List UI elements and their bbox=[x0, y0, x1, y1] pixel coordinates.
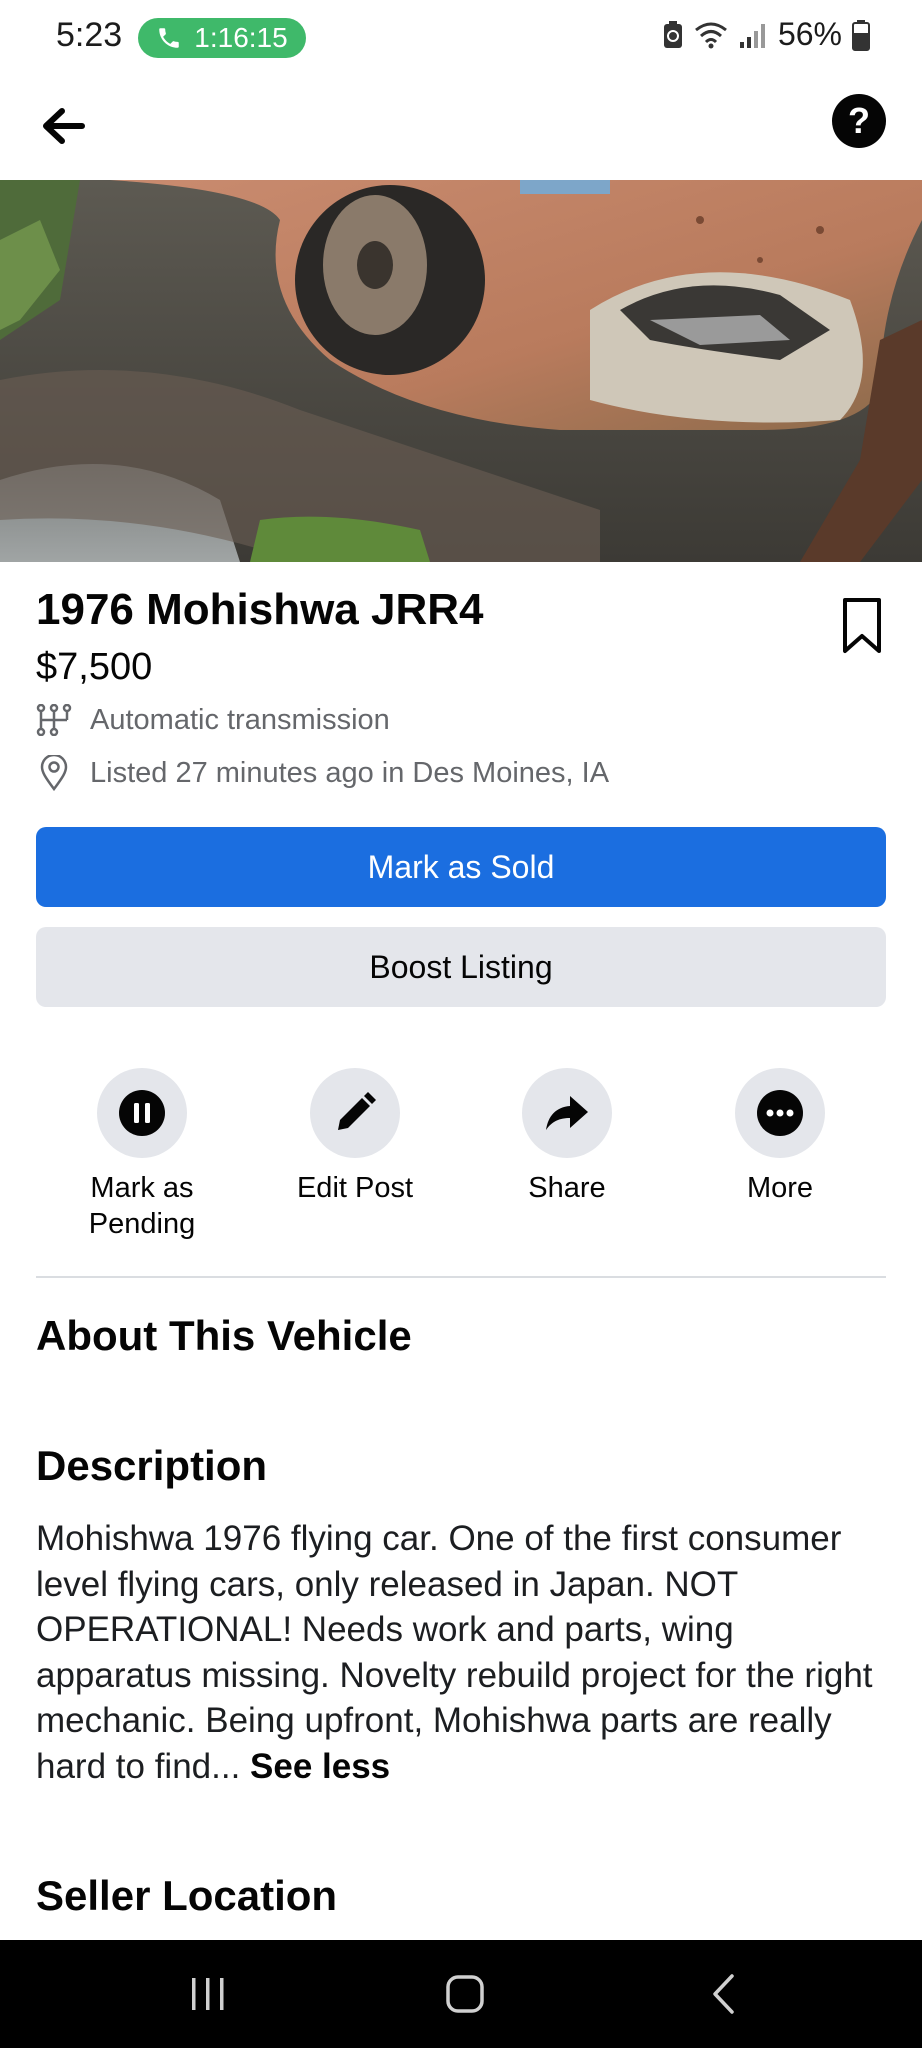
about-vehicle-heading: About This Vehicle bbox=[36, 1312, 412, 1359]
listing-price: $7,500 bbox=[36, 646, 153, 688]
status-time: 5:23 bbox=[56, 16, 123, 54]
pencil-icon bbox=[338, 1092, 376, 1130]
chevron-left-icon bbox=[713, 1974, 734, 2014]
location-pin-icon bbox=[36, 755, 72, 791]
wifi-icon bbox=[695, 22, 727, 48]
share-arrow-icon bbox=[546, 1096, 588, 1130]
arrow-left-icon bbox=[43, 108, 85, 144]
share-button[interactable]: Share bbox=[467, 1068, 667, 1206]
transmission-text: Automatic transmission bbox=[90, 703, 390, 736]
call-timer-pill[interactable]: 1:16:15 bbox=[138, 18, 306, 58]
more-label: More bbox=[746, 1172, 814, 1204]
system-nav-bar bbox=[0, 1940, 922, 2048]
save-listing-button[interactable] bbox=[838, 596, 886, 656]
status-icons: 56% bbox=[662, 16, 870, 53]
bookmark-icon bbox=[843, 598, 881, 653]
recents-button[interactable] bbox=[148, 1940, 268, 2048]
mark-as-sold-button[interactable]: Mark as Sold bbox=[36, 827, 886, 907]
back-button[interactable] bbox=[36, 98, 92, 154]
gearshift-icon bbox=[36, 702, 72, 738]
description-body: Mohishwa 1976 flying car. One of the fir… bbox=[36, 1519, 873, 1786]
signal-icon bbox=[739, 23, 765, 48]
battery-icon bbox=[852, 19, 870, 51]
pause-icon bbox=[119, 1090, 165, 1136]
battery-percent: 56% bbox=[777, 16, 842, 52]
sync-battery-icon bbox=[663, 20, 682, 48]
listing-title: 1976 Mohishwa JRR4 bbox=[36, 585, 484, 634]
boost-listing-button[interactable]: Boost Listing bbox=[36, 927, 886, 1007]
listed-text: Listed 27 minutes ago in Des Moines, IA bbox=[90, 756, 610, 789]
status-bar: 5:23 1:16:15 56% bbox=[0, 0, 922, 76]
seller-location-heading: Seller Location bbox=[36, 1872, 338, 1919]
call-timer: 1:16:15 bbox=[194, 22, 288, 53]
mark-as-pending-button[interactable]: Mark as Pending bbox=[42, 1068, 242, 1242]
description-heading: Description bbox=[36, 1442, 268, 1489]
recents-icon bbox=[192, 1978, 224, 2010]
phone-icon bbox=[159, 28, 180, 48]
app-bar: ? bbox=[0, 76, 922, 180]
description-text: Mohishwa 1976 flying car. One of the fir… bbox=[36, 1516, 896, 1789]
edit-post-button[interactable]: Edit Post bbox=[255, 1068, 455, 1206]
listing-photo[interactable] bbox=[0, 180, 922, 562]
more-button[interactable]: More bbox=[680, 1068, 880, 1206]
car-photo-image bbox=[0, 180, 922, 562]
edit-post-label: Edit Post bbox=[296, 1172, 414, 1204]
system-back-button[interactable] bbox=[664, 1940, 784, 2048]
mark-as-pending-label: Mark as Pending bbox=[88, 1172, 196, 1240]
home-icon bbox=[446, 1975, 484, 2013]
listed-row: Listed 27 minutes ago in Des Moines, IA bbox=[36, 755, 609, 791]
help-button[interactable]: ? bbox=[832, 94, 886, 148]
divider bbox=[36, 1276, 886, 1278]
more-dots-icon bbox=[757, 1090, 803, 1136]
home-button[interactable] bbox=[405, 1940, 525, 2048]
transmission-row: Automatic transmission bbox=[36, 702, 390, 738]
see-less-link[interactable]: See less bbox=[250, 1747, 390, 1786]
share-label: Share bbox=[528, 1172, 606, 1204]
help-icon: ? bbox=[848, 100, 870, 141]
